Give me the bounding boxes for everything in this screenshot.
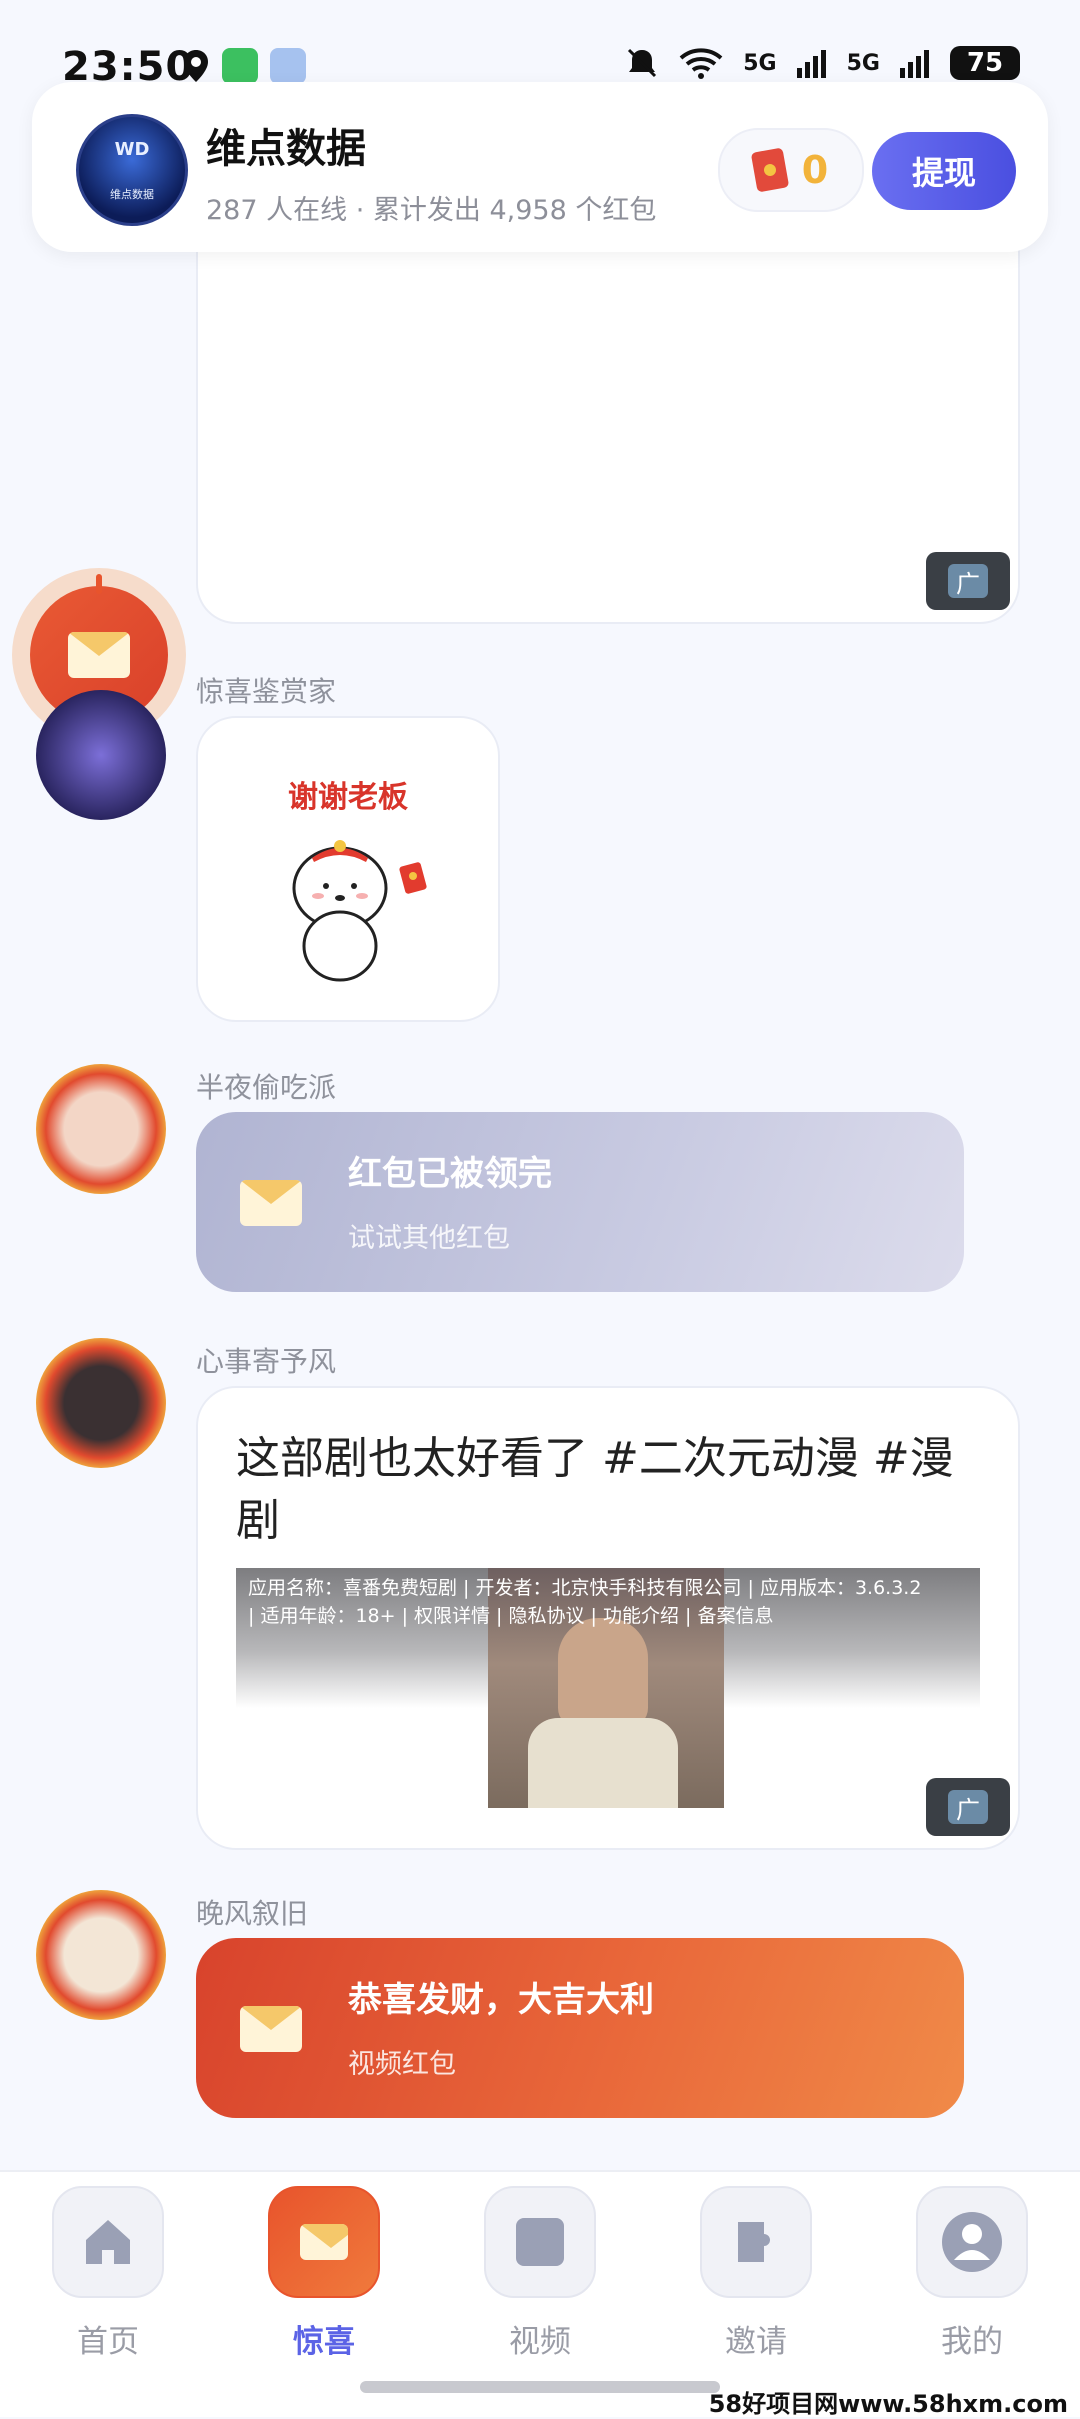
wifi-icon	[679, 48, 723, 79]
location-icon	[184, 50, 208, 82]
sticker-card[interactable]: 谢谢老板	[196, 716, 500, 1022]
ad-post-card[interactable]: 这部剧也太好看了 #二次元动漫 #漫剧 应用名称：喜番免费短剧 | 开发者：北京…	[196, 1386, 1020, 1850]
room-logo: WD 维点数据	[76, 114, 188, 226]
room-header: WD 维点数据 维点数据 287 人在线 · 累计发出 4,958 个红包 0 …	[32, 82, 1048, 252]
envelope-icon	[68, 632, 130, 678]
red-packet-card[interactable]: 恭喜发财，大吉大利 视频红包	[196, 1938, 964, 2118]
envelope-icon	[240, 2006, 302, 2052]
signal-bars-icon	[796, 50, 826, 78]
red-packet-claimed-card[interactable]: 红包已被领完 试试其他红包	[196, 1112, 964, 1292]
red-packet-balance[interactable]: 0	[718, 128, 864, 212]
avatar[interactable]	[36, 1890, 166, 2020]
username: 晚风叙旧	[196, 1897, 309, 1930]
bottom-nav: 首页 惊喜 视频 邀请 我的	[0, 2170, 1080, 2417]
red-packet-subtitle: 视频红包	[348, 2049, 456, 2080]
nav-video[interactable]: 视频	[470, 2186, 610, 2361]
status-right-icons: 5G 5G 75	[625, 46, 1020, 80]
signal-5g-1: 5G	[743, 50, 777, 76]
nav-invite[interactable]: 邀请	[686, 2186, 826, 2361]
wechat-icon	[222, 48, 258, 84]
signal-5g-2: 5G	[846, 50, 880, 76]
red-packet-title: 红包已被领完	[348, 1154, 552, 1194]
ad-badge: 广	[926, 552, 1010, 610]
invite-icon	[700, 2186, 812, 2298]
profile-icon	[916, 2186, 1028, 2298]
room-title: 维点数据	[206, 126, 366, 172]
home-icon	[52, 2186, 164, 2298]
watermark: 58好项目网www.58hxm.com	[708, 2390, 1068, 2418]
post-text: 这部剧也太好看了 #二次元动漫 #漫剧	[236, 1433, 954, 1546]
red-packet-icon	[750, 147, 789, 193]
avatar[interactable]	[36, 1338, 166, 1468]
balance-count: 0	[801, 148, 829, 192]
nav-home[interactable]: 首页	[38, 2186, 178, 2361]
video-icon	[484, 2186, 596, 2298]
username: 惊喜鉴赏家	[196, 675, 337, 708]
ad-card-top[interactable]: 广	[196, 250, 1020, 624]
ad-badge: 广	[926, 1778, 1010, 1836]
ad-app-info[interactable]: 应用名称：喜番免费短剧 | 开发者：北京快手科技有限公司 | 应用版本：3.6.…	[248, 1574, 988, 1630]
nav-profile[interactable]: 我的	[902, 2186, 1042, 2361]
status-left-icons	[182, 48, 306, 84]
home-indicator[interactable]	[360, 2381, 720, 2393]
battery-indicator: 75	[950, 46, 1020, 80]
app-notification-icon	[270, 48, 306, 84]
mute-bell-icon	[628, 48, 657, 78]
signal-bars-icon	[900, 50, 929, 78]
room-stats: 287 人在线 · 累计发出 4,958 个红包	[206, 195, 657, 226]
avatar[interactable]	[36, 1064, 166, 1194]
nav-surprise[interactable]: 惊喜	[254, 2186, 394, 2361]
avatar[interactable]	[36, 690, 166, 820]
envelope-icon	[268, 2186, 380, 2298]
username: 心事寄予风	[196, 1345, 337, 1378]
username: 半夜偷吃派	[196, 1071, 337, 1104]
red-packet-subtitle: 试试其他红包	[348, 1223, 510, 1254]
withdraw-button[interactable]: 提现	[872, 132, 1016, 210]
envelope-icon	[240, 1180, 302, 1226]
thank-boss-sticker	[292, 840, 427, 982]
red-packet-title: 恭喜发财，大吉大利	[348, 1980, 654, 2020]
sticker-text: 谢谢老板	[288, 780, 408, 815]
